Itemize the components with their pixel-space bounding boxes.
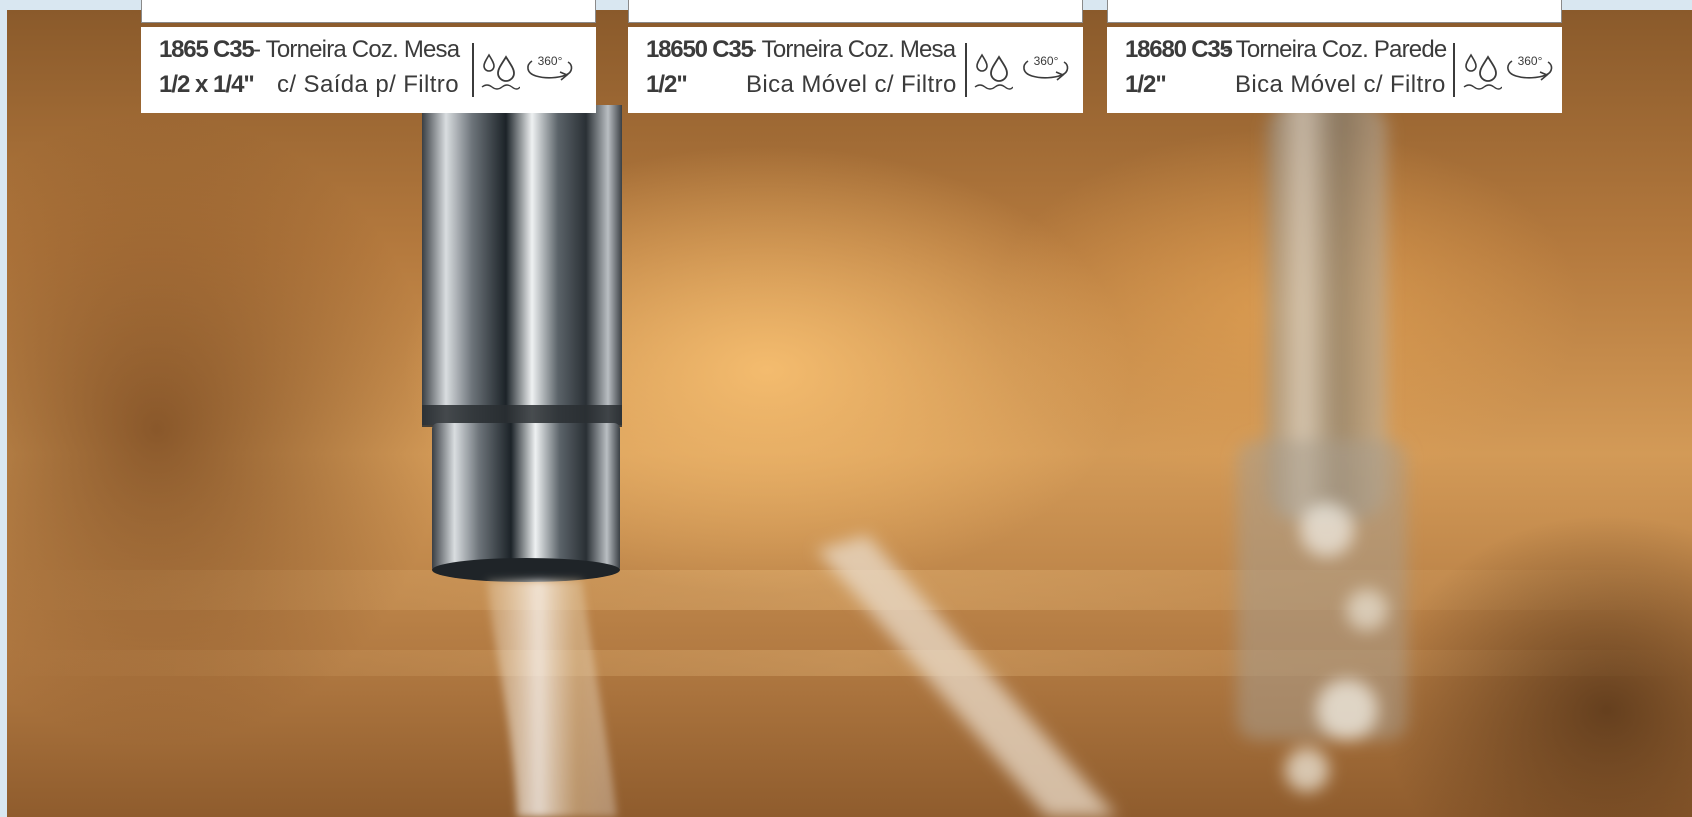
divider — [1453, 43, 1455, 97]
kitchen-faucet-photo — [7, 10, 1692, 817]
water-drops-icon — [1463, 53, 1502, 90]
product-size: 1/2" — [1125, 71, 1167, 98]
card-top-strip — [628, 0, 1083, 23]
product-name: - Torneira Coz. Mesa — [253, 36, 460, 63]
water-stream — [487, 580, 617, 817]
faucet-handle-blurred — [817, 535, 1117, 817]
rotation-360-icon: 360° — [1023, 54, 1069, 81]
product-code: 1865 C35 — [159, 36, 255, 63]
product-name: - Torneira Coz. Mesa — [749, 36, 956, 63]
product-feature: Bica Móvel c/ Filtro — [746, 71, 957, 98]
water-drops-icon — [974, 53, 1013, 90]
background-faucet — [1237, 100, 1407, 792]
svg-text:360°: 360° — [1518, 54, 1543, 68]
svg-text:360°: 360° — [1034, 54, 1059, 68]
rotation-360-icon: 360° — [1507, 54, 1553, 81]
rotation-360-icon: 360° — [527, 54, 573, 81]
product-name: - Torneira Coz. Parede — [1223, 36, 1447, 63]
product-feature: c/ Saída p/ Filtro — [277, 71, 459, 98]
svg-text:360°: 360° — [538, 54, 563, 68]
product-code: 18680 C35 — [1125, 36, 1233, 63]
main-faucet-spout — [422, 105, 622, 582]
product-size: 1/2" — [646, 71, 688, 98]
product-code: 18650 C35 — [646, 36, 754, 63]
card-top-strip — [141, 0, 596, 23]
divider — [965, 43, 967, 97]
water-drops-icon — [481, 53, 520, 90]
product-size: 1/2 x 1/4" — [159, 71, 255, 98]
card-top-strip — [1107, 0, 1562, 23]
product-feature: Bica Móvel c/ Filtro — [1235, 71, 1446, 98]
product-label-18650: 18650 C35 - Torneira Coz. Mesa 1/2" Bica… — [628, 27, 1083, 113]
divider — [472, 43, 474, 97]
product-label-1865: 1865 C35 - Torneira Coz. Mesa 1/2 x 1/4"… — [141, 27, 596, 113]
product-label-18680: 18680 C35 - Torneira Coz. Parede 1/2" Bi… — [1107, 27, 1562, 113]
